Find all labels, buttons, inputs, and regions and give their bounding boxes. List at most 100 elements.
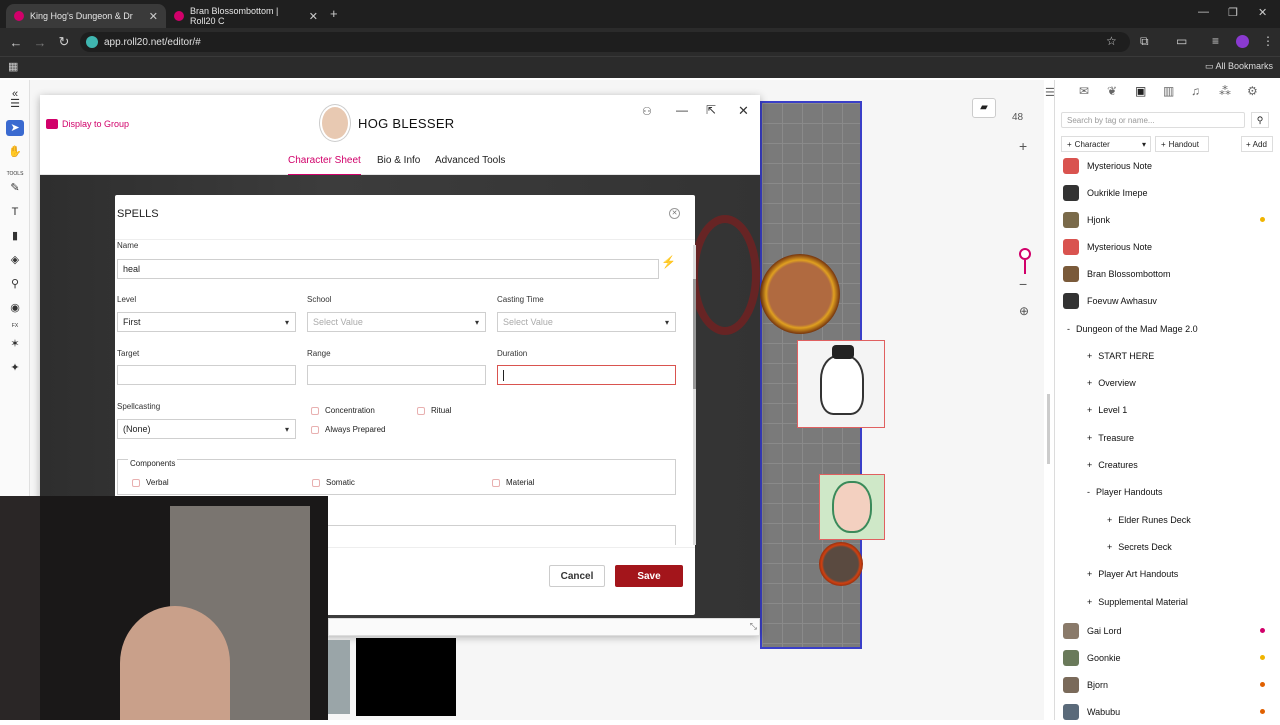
journal-item[interactable]: Gai Lord [1055,617,1280,644]
select-tool-icon[interactable]: ➤ [6,120,24,136]
text-tool-icon[interactable]: T [6,204,24,220]
lightning-icon[interactable]: ⚡ [661,255,676,269]
somatic-checkbox[interactable]: Somatic [312,478,355,487]
journal-item[interactable]: Goonkie [1055,644,1280,671]
journal-folder[interactable]: + START HERE [1055,342,1280,369]
hamburger-menu-icon[interactable]: ☰ [6,96,24,112]
journal-item[interactable]: Wabubu [1055,698,1280,725]
casting-time-select[interactable]: Select Value ▾ [497,312,676,332]
light-icon[interactable]: ✶ [6,336,24,352]
tab-bio-info[interactable]: Bio & Info [377,155,420,166]
expand-icon[interactable]: + [1087,433,1092,443]
dice-wand-icon[interactable]: ✦ [6,360,24,376]
journal-folder[interactable]: + Treasure [1055,424,1280,451]
minimize-sheet-icon[interactable]: — [676,103,688,117]
verbal-checkbox[interactable]: Verbal [132,478,169,487]
tab-advanced-tools[interactable]: Advanced Tools [435,155,505,166]
draw-pen-icon[interactable]: ✎ [6,180,24,196]
note-icon[interactable]: ▮ [6,228,24,244]
journal-icon[interactable]: ▣ [1135,84,1146,98]
close-tab-icon[interactable]: ✕ [149,10,158,23]
journal-item[interactable]: Mysterious Note [1055,152,1280,179]
zoom-slider-handle[interactable] [1019,248,1031,260]
filter-icon[interactable]: ⚲ [1251,112,1269,128]
zoom-out-icon[interactable]: − [1019,276,1027,292]
add-character-button[interactable]: + Character ▾ [1061,136,1151,152]
journal-folder[interactable]: - Player Handouts [1055,479,1280,506]
minimize-window-icon[interactable]: — [1198,6,1209,18]
zoom-in-icon[interactable]: + [1019,138,1027,154]
journal-item[interactable]: Oukrikle Imepe [1055,179,1280,206]
recenter-icon[interactable]: ⊕ [1019,304,1029,318]
chest-icon[interactable]: ▰ [972,98,996,118]
browser-menu-icon[interactable]: ⋮ [1262,34,1274,48]
journal-scrollbar[interactable] [1047,394,1050,464]
spellcasting-select[interactable]: (None) ▾ [117,419,296,439]
journal-folder[interactable]: + Supplemental Material [1055,588,1280,615]
material-checkbox[interactable]: Material [492,478,534,487]
eye-icon[interactable]: ◉ [6,300,24,316]
apps-grid-icon[interactable]: ▦ [8,60,18,73]
collapse-icon[interactable]: - [1087,487,1090,497]
expand-icon[interactable]: + [1087,597,1092,607]
expand-icon[interactable]: + [1087,460,1092,470]
journal-folder[interactable]: + Creatures [1055,452,1280,479]
close-modal-icon[interactable]: ✕ [669,208,680,219]
journal-folder[interactable]: + Level 1 [1055,397,1280,424]
orc-token[interactable] [760,254,840,334]
settings-gear-icon[interactable]: ⚙ [1247,84,1258,98]
browser-tab[interactable]: Bran Blossombottom | Roll20 C ✕ [166,4,326,28]
resize-grip-icon[interactable]: ⤡ [750,621,757,632]
back-icon[interactable]: ← [4,35,28,50]
extensions-icon[interactable]: ⧉ [1140,34,1149,49]
art-library-icon[interactable]: ❦ [1107,84,1117,98]
save-button[interactable]: Save [615,565,683,587]
new-tab-icon[interactable]: + [330,6,338,21]
spell-name-input[interactable]: heal [117,259,659,279]
reload-icon[interactable]: ↻ [52,34,76,50]
expand-icon[interactable]: + [1087,405,1092,415]
expand-icon[interactable]: + [1107,515,1112,525]
cancel-button[interactable]: Cancel [549,565,605,587]
journal-search-input[interactable]: Search by tag or name... [1061,112,1245,128]
compendium-icon[interactable]: ▥ [1163,84,1174,98]
close-tab-icon[interactable]: ✕ [309,10,318,23]
duration-input[interactable] [497,365,676,385]
scrollbar-thumb[interactable] [693,279,696,389]
add-button[interactable]: + Add [1241,136,1273,152]
journal-item[interactable]: Bjorn [1055,671,1280,698]
school-select[interactable]: Select Value ▾ [307,312,486,332]
always-prepared-checkbox[interactable]: Always Prepared [311,425,385,434]
expand-icon[interactable]: + [1107,542,1112,552]
profile-avatar[interactable] [1236,35,1249,48]
display-to-group-button[interactable]: Display to Group [46,119,129,129]
journal-item[interactable]: Bran Blossombottom [1055,260,1280,287]
restore-window-icon[interactable]: ❐ [1228,6,1238,19]
journal-folder[interactable]: + Player Art Handouts [1055,561,1280,588]
level-select[interactable]: First ▾ [117,312,296,332]
concentration-checkbox[interactable]: Concentration [311,406,375,415]
permissions-icon[interactable]: ⚇ [642,105,652,118]
bookmark-star-icon[interactable]: ☆ [1106,34,1117,48]
pin-icon[interactable]: ⚲ [6,276,24,292]
pan-hand-icon[interactable]: ✋ [6,144,24,160]
journal-folder[interactable]: + Overview [1055,370,1280,397]
journal-folder[interactable]: + Secrets Deck [1055,533,1280,560]
browser-tab-active[interactable]: King Hog's Dungeon & Dr ✕ [6,4,166,28]
elf-token[interactable] [819,474,885,540]
collapse-icon[interactable]: - [1067,324,1070,334]
character-avatar[interactable] [320,105,350,141]
goose-token[interactable] [797,340,885,428]
target-input[interactable] [117,365,296,385]
close-sheet-icon[interactable]: ✕ [738,103,749,119]
sidebar-menu-icon[interactable]: ☰ [1045,86,1055,99]
tab-character-sheet[interactable]: Character Sheet [288,155,361,176]
url-field[interactable]: app.roll20.net/editor/# [80,32,1130,52]
menu-list-icon[interactable]: ≡ [1212,34,1219,48]
journal-item[interactable]: Hjonk [1055,206,1280,233]
sheet-resize-bar[interactable]: ⤡ [328,618,760,636]
all-bookmarks-link[interactable]: ▭ All Bookmarks [1205,61,1273,72]
popout-icon[interactable]: ⇱ [706,103,716,117]
journal-folder[interactable]: + Elder Runes Deck [1055,506,1280,533]
chat-icon[interactable]: ✉ [1079,84,1089,98]
